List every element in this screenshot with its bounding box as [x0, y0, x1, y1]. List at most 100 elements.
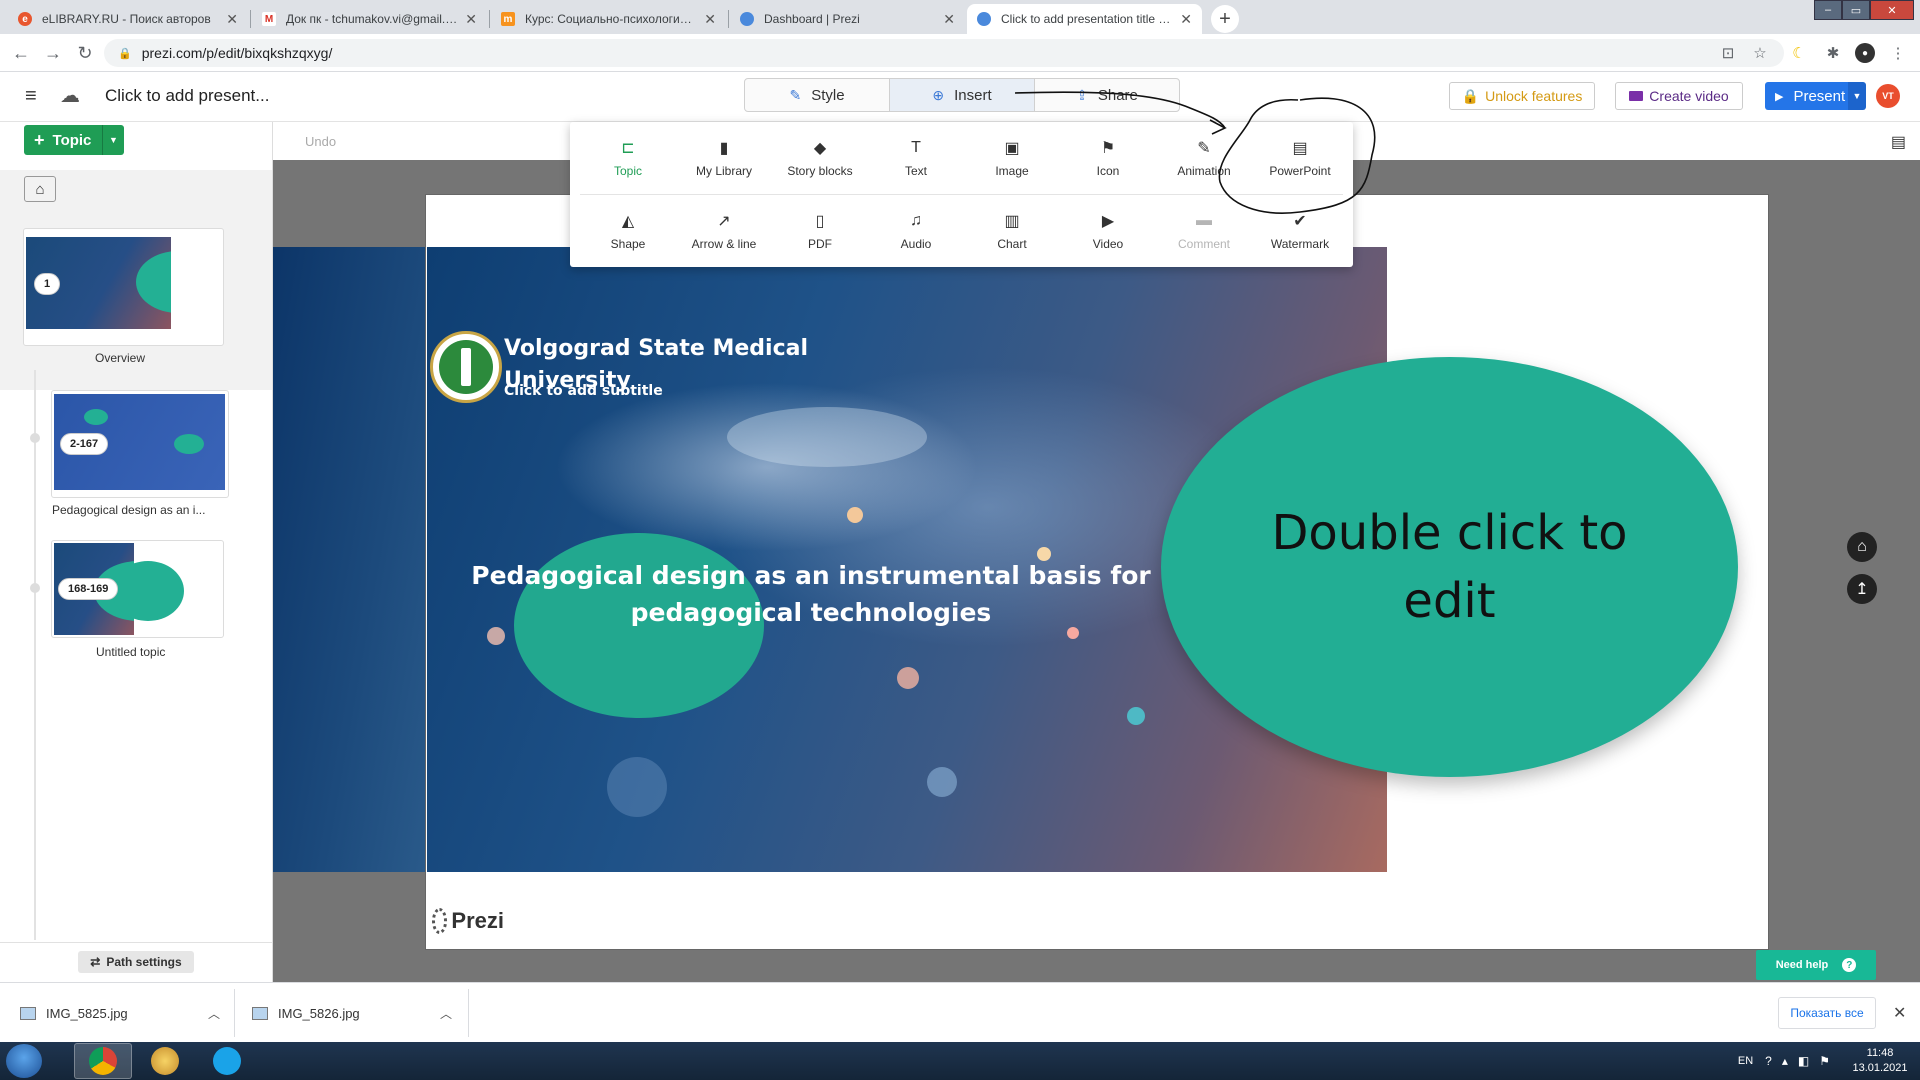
- subtitle-placeholder[interactable]: Click to add subtitle: [504, 383, 663, 399]
- presentation-title[interactable]: Click to add present...: [105, 86, 269, 106]
- insert-my-library-button[interactable]: ▮ My Library: [676, 122, 772, 178]
- thumbnail-overview[interactable]: 1: [23, 228, 224, 346]
- window-controls: – ▭ ✕: [1814, 0, 1914, 20]
- insert-powerpoint-button[interactable]: ▤ PowerPoint: [1252, 122, 1348, 178]
- insert-video-button[interactable]: ▶ Video: [1060, 195, 1156, 251]
- tab-style[interactable]: ✎ Style: [745, 79, 890, 111]
- main-title[interactable]: Pedagogical design as an instrumental ba…: [466, 557, 1156, 631]
- undo-button[interactable]: Undo: [305, 134, 336, 149]
- language-indicator[interactable]: EN: [1738, 1055, 1753, 1067]
- cloud-saved-icon: ☁: [60, 85, 80, 107]
- insert-story-blocks-button[interactable]: ◆ Story blocks: [772, 122, 868, 178]
- browser-tab-gmail[interactable]: M Док пк - tchumakov.vi@gmail.co ✕: [252, 4, 487, 34]
- insert-shape-button[interactable]: ◭ Shape: [580, 195, 676, 251]
- close-icon[interactable]: ✕: [226, 11, 238, 28]
- insert-item-label: Icon: [1096, 164, 1120, 178]
- share-icon: ⇪: [1076, 86, 1088, 103]
- bookmark-star-icon[interactable]: ☆: [1750, 43, 1770, 63]
- home-icon[interactable]: ⌂: [24, 176, 56, 202]
- back-icon[interactable]: ←: [10, 42, 32, 64]
- forward-icon[interactable]: →: [42, 42, 64, 64]
- path-dot: [30, 583, 40, 593]
- download-item[interactable]: IMG_5825.jpg ︿: [20, 983, 220, 1043]
- close-icon[interactable]: ✕: [1893, 1003, 1906, 1023]
- profile-icon[interactable]: ●: [1855, 43, 1875, 63]
- create-video-button[interactable]: Create video: [1615, 82, 1743, 110]
- thumbnail-topic-2[interactable]: 2-167: [51, 390, 229, 498]
- network-icon[interactable]: ▴: [1782, 1054, 1788, 1068]
- slide-frame[interactable]: Volgograd State Medical University Click…: [425, 194, 1769, 950]
- close-icon[interactable]: ✕: [943, 11, 955, 28]
- globe-icon: [740, 12, 754, 26]
- extensions-icon[interactable]: ✱: [1823, 43, 1843, 63]
- app-header: ≡ ☁ Click to add present... ✎ Style ⊕ In…: [0, 72, 1920, 122]
- paint-taskbar-app[interactable]: [136, 1043, 194, 1079]
- reload-icon[interactable]: ↻: [74, 42, 96, 64]
- unlock-features-label: Unlock features: [1485, 88, 1583, 104]
- tab-title: Курс: Социально-психологичес: [525, 12, 697, 26]
- university-logo: [430, 331, 502, 403]
- avatar[interactable]: VT: [1876, 84, 1900, 108]
- clock[interactable]: 11:48 13.01.2021: [1840, 1046, 1920, 1076]
- chevron-up-icon[interactable]: ︿: [208, 1005, 220, 1022]
- editor-mode-tabs: ✎ Style ⊕ Insert ⇪ Share: [744, 78, 1180, 112]
- volume-icon[interactable]: ◧: [1798, 1054, 1809, 1068]
- window-close-icon[interactable]: ✕: [1870, 0, 1914, 20]
- chart-icon: ▥: [1004, 213, 1020, 230]
- chrome-taskbar-app[interactable]: [74, 1043, 132, 1079]
- insert-animation-button[interactable]: ✎ Animation: [1156, 122, 1252, 178]
- paint-icon: [151, 1047, 179, 1075]
- browser-tab-dashboard[interactable]: Dashboard | Prezi ✕: [730, 4, 965, 34]
- insert-topic-button[interactable]: ⊏ Topic: [580, 122, 676, 178]
- close-icon[interactable]: ✕: [704, 11, 716, 28]
- browser-tab-active[interactable]: Click to add presentation title | P ✕: [967, 4, 1202, 34]
- thumbnail-label: Pedagogical design as an i...: [52, 503, 206, 517]
- thumbnail-topic-3[interactable]: 168-169: [51, 540, 224, 638]
- insert-text-button[interactable]: T Text: [868, 122, 964, 178]
- skype-taskbar-app[interactable]: [198, 1043, 256, 1079]
- insert-audio-button[interactable]: ♫ Audio: [868, 195, 964, 251]
- download-item[interactable]: IMG_5826.jpg ︿: [252, 983, 452, 1043]
- present-dropdown-icon[interactable]: ▼: [1848, 82, 1866, 110]
- url-field[interactable]: 🔒 prezi.com/p/edit/bixqkshzqxyg/: [104, 39, 1784, 67]
- insert-pdf-button[interactable]: ▯ PDF: [772, 195, 868, 251]
- insert-image-button[interactable]: ▣ Image: [964, 122, 1060, 178]
- browser-menu-icon[interactable]: ⋮: [1888, 43, 1908, 63]
- add-topic-button[interactable]: + Topic ▼: [24, 125, 124, 155]
- flag-icon[interactable]: ⚑: [1819, 1054, 1830, 1068]
- insert-arrow-line-button[interactable]: ↗ Arrow & line: [676, 195, 772, 251]
- browser-tab-elibrary[interactable]: e eLIBRARY.RU - Поиск авторов ✕: [8, 4, 248, 34]
- moon-extension-icon[interactable]: ☾: [1789, 43, 1809, 63]
- insert-icon-button[interactable]: ⚑ Icon: [1060, 122, 1156, 178]
- show-all-downloads-button[interactable]: Показать все: [1778, 997, 1876, 1029]
- tab-share[interactable]: ⇪ Share: [1035, 79, 1179, 111]
- minimize-icon[interactable]: –: [1814, 0, 1842, 20]
- zoom-out-icon[interactable]: ↥: [1847, 574, 1877, 604]
- close-icon[interactable]: ✕: [465, 11, 477, 28]
- tab-insert-label: Insert: [954, 86, 992, 104]
- maximize-icon[interactable]: ▭: [1842, 0, 1870, 20]
- path-settings-label: Path settings: [106, 955, 182, 969]
- close-icon[interactable]: ✕: [1180, 11, 1192, 28]
- thumbnail-label: Overview: [95, 351, 146, 365]
- big-teal-oval[interactable]: Double click to edit: [1161, 357, 1738, 777]
- insert-watermark-button[interactable]: ✔ Watermark: [1252, 195, 1348, 251]
- help-icon[interactable]: ?: [1765, 1054, 1772, 1068]
- browser-tab-course[interactable]: m Курс: Социально-психологичес ✕: [491, 4, 726, 34]
- unlock-features-button[interactable]: 🔒 Unlock features: [1449, 82, 1595, 110]
- path-settings-button[interactable]: ⇄ Path settings: [78, 951, 194, 973]
- start-button[interactable]: [6, 1044, 42, 1078]
- chevron-up-icon[interactable]: ︿: [440, 1005, 452, 1022]
- hamburger-menu-icon[interactable]: ≡: [25, 86, 45, 106]
- chevron-down-icon[interactable]: ▼: [102, 125, 124, 155]
- need-help-button[interactable]: Need help ?: [1756, 950, 1876, 980]
- tab-insert[interactable]: ⊕ Insert: [890, 79, 1035, 111]
- home-icon[interactable]: ⌂: [1847, 532, 1877, 562]
- play-icon: ▶: [1775, 90, 1784, 103]
- new-tab-button[interactable]: +: [1211, 5, 1239, 33]
- notes-icon[interactable]: ▤: [1891, 132, 1906, 152]
- insert-chart-button[interactable]: ▥ Chart: [964, 195, 1060, 251]
- browser-tab-strip: e eLIBRARY.RU - Поиск авторов ✕ M Док пк…: [0, 0, 1920, 34]
- translate-icon[interactable]: ⊡: [1718, 43, 1738, 63]
- add-topic-label: Topic: [52, 131, 92, 149]
